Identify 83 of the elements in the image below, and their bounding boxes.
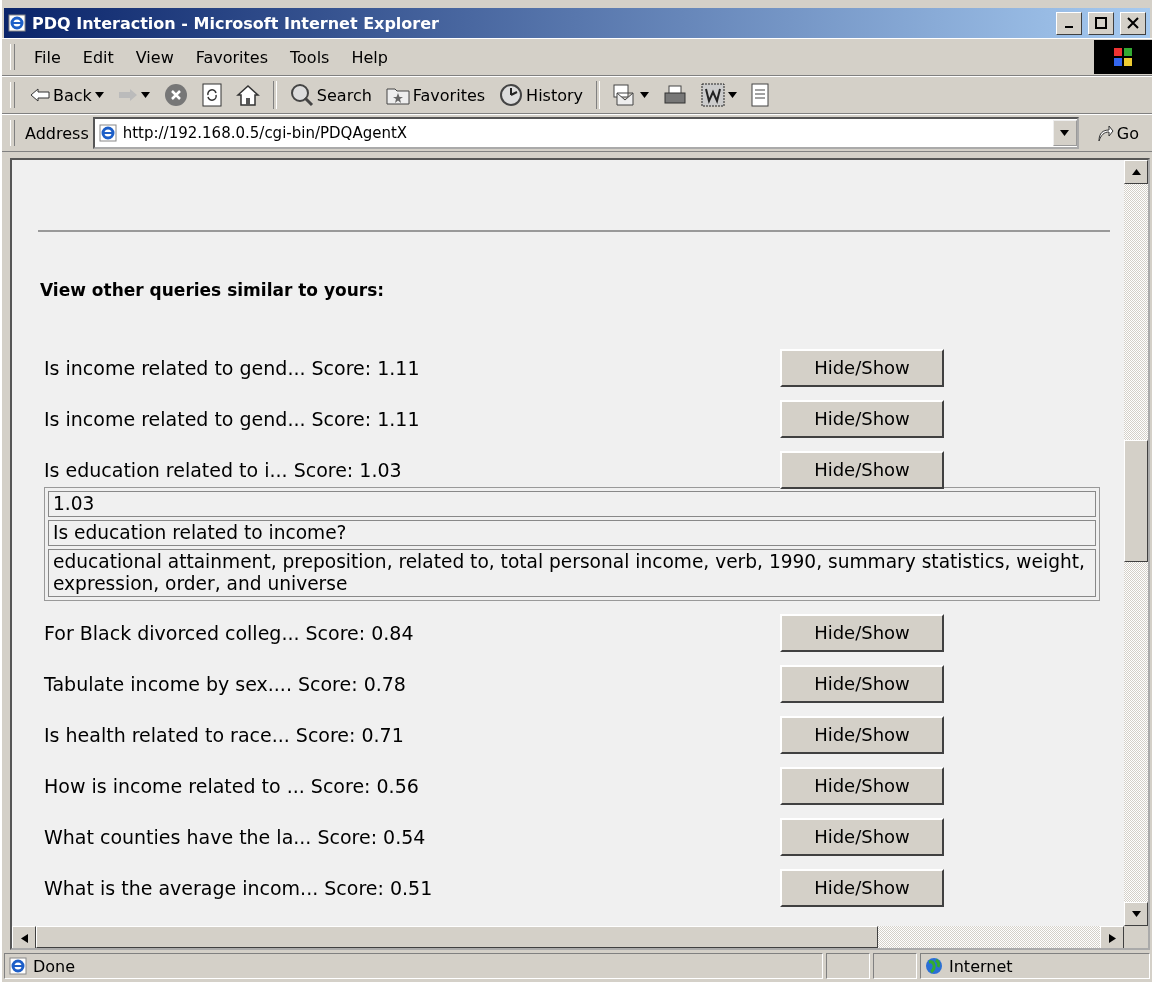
minimize-icon [1065,26,1073,28]
back-button[interactable]: Back [25,83,109,107]
ie-logo-icon [9,957,27,975]
table-cell: educational attainment, preposition, related to, total personal income, verb, 1990, summary statistics, weight, expression, order, and universe [48,549,1096,597]
query-result: Is health related to race... Score: 0.71 [44,723,405,746]
hide-show-button[interactable]: Hide/Show [780,399,944,438]
scroll-down-button[interactable] [1124,902,1148,926]
ie-logo-icon [98,124,117,142]
caret-icon [94,92,104,98]
refresh-icon [201,83,222,107]
globe-icon [925,957,943,975]
hide-show-button[interactable]: Hide/Show [780,868,944,907]
query-result: For Black divorced colleg... Score: 0.84 [44,621,415,644]
mail-icon [613,84,637,106]
curved-arrow-icon [1095,124,1114,142]
down-arrow-icon [1131,911,1141,917]
hide-show-button[interactable]: Hide/Show [780,348,944,387]
query-result: What counties have the la... Score: 0.54 [44,825,427,848]
minimize-button[interactable] [1056,11,1082,35]
page-icon [751,83,769,107]
status-pane [873,953,917,979]
query-result: How is income related to ... Score: 0.56 [44,774,420,797]
scroll-thumb[interactable] [36,926,878,948]
hide-show-button[interactable]: Hide/Show [780,450,944,489]
printer-icon [663,84,687,106]
history-button[interactable]: History [494,81,588,109]
query-result: Is income related to gend... Score: 1.11 [44,356,421,379]
close-icon [1127,17,1139,29]
vertical-scrollbar[interactable] [1124,160,1148,926]
menu-item[interactable]: Help [342,45,397,69]
scrollbar-corner [1124,926,1148,948]
section-heading: View other queries similar to yours: [40,280,386,300]
query-result: Is income related to gend... Score: 1.11 [44,407,421,430]
query-result: Is education related to i... Score: 1.03 [44,458,403,481]
maximize-button[interactable] [1088,11,1114,35]
search-icon [289,83,314,107]
caret-icon [728,92,737,98]
address-label: Address [25,123,89,143]
scroll-left-button[interactable] [12,926,36,948]
scroll-up-button[interactable] [1124,160,1148,184]
right-arrow-icon [1108,933,1116,943]
table-cell: 1.03 [48,491,1096,517]
document-icon [701,83,725,107]
query-result: Tabulate income by sex.... Score: 0.78 [44,672,407,695]
folder-star-icon [385,85,410,105]
table-cell: Is education related to income? [48,520,1096,546]
up-arrow-icon [1131,169,1141,175]
menu-item[interactable]: Edit [73,45,123,69]
query-result: What is the average incom... Score: 0.51 [44,876,434,899]
menu-item[interactable]: File [25,45,70,69]
status-text: Done [33,956,76,976]
flag-icon [1113,47,1133,67]
clock-icon [499,83,524,107]
ie-logo-icon [8,14,26,32]
left-arrow-icon [30,88,50,102]
zone-text: Internet [949,956,1013,976]
caret-icon [1060,130,1070,136]
favorites-button[interactable]: Favorites [380,83,491,107]
go-button[interactable]: Go [1090,121,1144,145]
status-pane [826,953,870,979]
hide-show-button[interactable]: Hide/Show [780,613,944,652]
search-button[interactable]: Search [284,81,377,109]
address-field[interactable]: http://192.168.0.5/cgi-bin/PDQAgentX [92,117,1079,149]
scroll-right-button[interactable] [1100,926,1124,948]
caret-icon [140,92,150,98]
maximize-icon [1095,17,1107,29]
menu-item[interactable]: Favorites [186,45,277,69]
hide-show-button[interactable]: Hide/Show [780,766,944,805]
hide-show-button[interactable]: Hide/Show [780,817,944,856]
hide-show-button[interactable]: Hide/Show [780,715,944,754]
caret-icon [640,92,649,98]
left-arrow-icon [20,933,28,943]
window-title: PDQ Interaction - Microsoft Internet Explorer [32,13,440,33]
close-button[interactable] [1120,11,1146,35]
dropdown-button[interactable] [1052,120,1077,146]
right-arrow-icon [117,88,138,102]
stop-icon [163,83,188,107]
hide-show-button[interactable]: Hide/Show [780,664,944,703]
menu-item[interactable]: Tools [281,45,339,69]
home-icon [235,84,260,106]
scroll-thumb[interactable] [1124,440,1148,562]
horizontal-scrollbar[interactable] [12,926,1148,948]
menu-item[interactable]: View [126,45,183,69]
